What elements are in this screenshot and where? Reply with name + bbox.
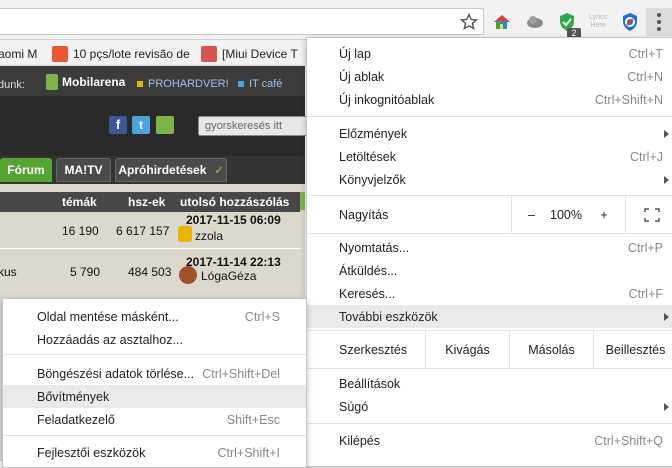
submenu-item-clear-data[interactable]: Böngészési adatok törlése... Ctrl+Shift+…	[3, 362, 306, 385]
menu-button[interactable]	[646, 8, 672, 36]
check-icon: ✓	[214, 164, 224, 177]
tab-classifieds[interactable]: Apróhirdetések ✓	[115, 158, 227, 182]
submenu-arrow-icon	[664, 312, 669, 321]
tab-forum[interactable]: Fórum	[0, 158, 52, 182]
bookmark-item[interactable]: 10 pçs/lote revisão de	[52, 45, 191, 63]
home-extension-icon[interactable]	[492, 12, 512, 32]
mobilarena-logo-icon	[46, 74, 58, 90]
menu-divider	[307, 233, 672, 234]
menu-item-zoom: Nagyítás – 100% +	[307, 196, 672, 233]
menu-divider	[3, 435, 306, 436]
zoom-out-button[interactable]: –	[511, 196, 551, 233]
row-name: kus	[0, 265, 17, 279]
partner-prohardver[interactable]: PROHARDVER!	[137, 78, 229, 90]
menu-item-more-tools[interactable]: További eszközök	[307, 305, 672, 328]
zoom-in-button[interactable]: +	[583, 196, 625, 233]
menu-item-print[interactable]: Nyomtatás... Ctrl+P	[307, 236, 672, 259]
site-search-input[interactable]: gyorskeresés itt	[198, 116, 308, 136]
avatar	[178, 226, 192, 242]
paste-button[interactable]: Beillesztés	[593, 331, 672, 368]
lyrics-extension-icon[interactable]: Lyrics Here	[586, 14, 610, 30]
blocker-extension-icon[interactable]	[620, 12, 640, 32]
shop-favicon-icon	[52, 46, 68, 62]
search-placeholder: gyorskeresés itt	[205, 120, 283, 132]
bookmark-label: [Miui Device T	[222, 47, 298, 61]
menu-item-history[interactable]: Előzmények	[307, 122, 672, 145]
tab-matv[interactable]: MA!TV	[56, 158, 111, 182]
row-topics: 5 790	[70, 265, 101, 279]
row-user[interactable]: LógaGéza	[201, 269, 256, 283]
square-icon	[238, 81, 244, 87]
row-date: 2017-11-14 22:13	[186, 255, 281, 269]
menu-item-cast[interactable]: Átküldés...	[307, 259, 672, 282]
menu-item-exit[interactable]: Kilépés Ctrl+Shift+Q	[307, 429, 672, 452]
menu-item-new-tab[interactable]: Új lap Ctrl+T	[307, 42, 672, 65]
row-posts: 6 617 157	[116, 224, 170, 238]
submenu-arrow-icon	[664, 129, 669, 138]
menu-dots-icon	[657, 13, 661, 31]
twitter-icon[interactable]: t	[132, 116, 150, 134]
submenu-item-extensions[interactable]: Bővítmények	[3, 385, 306, 408]
menu-item-settings[interactable]: Beállítások	[307, 372, 672, 395]
rss-icon[interactable]	[156, 116, 174, 134]
row-user[interactable]: zzola	[195, 229, 223, 243]
facebook-icon[interactable]: f	[109, 116, 127, 134]
row-divider	[0, 248, 300, 249]
fullscreen-button[interactable]	[625, 196, 672, 233]
submenu-arrow-icon	[664, 175, 669, 184]
copy-button[interactable]: Másolás	[509, 331, 593, 368]
submenu-item-add-desktop[interactable]: Hozzáadás az asztalhoz...	[3, 328, 306, 351]
partner-prefix: dunk:	[0, 79, 25, 91]
square-icon	[137, 81, 143, 87]
address-bar[interactable]	[0, 8, 484, 35]
row-posts: 484 503	[128, 265, 172, 279]
col-topics: témák	[62, 195, 97, 209]
row-date: 2017-11-15 06:09	[186, 213, 281, 227]
menu-divider	[307, 423, 672, 424]
menu-item-help[interactable]: Súgó	[307, 395, 672, 418]
avatar	[179, 266, 197, 284]
col-posts: hsz-ek	[128, 195, 166, 209]
menu-divider	[307, 368, 672, 369]
menu-item-bookmarks[interactable]: Könyvjelzők	[307, 168, 672, 191]
browser-main-menu: Új lap Ctrl+T Új ablak Ctrl+N Új inkogni…	[306, 37, 672, 467]
menu-item-new-window[interactable]: Új ablak Ctrl+N	[307, 65, 672, 88]
submenu-item-task-manager[interactable]: Feladatkezelő Shift+Esc	[3, 408, 306, 431]
menu-divider	[307, 116, 672, 117]
bookmark-label: 10 pçs/lote revisão de	[73, 47, 190, 61]
partner-itcafe[interactable]: IT café	[238, 78, 282, 90]
bookmark-label: aomi M	[0, 47, 38, 61]
cut-button[interactable]: Kivágás	[425, 331, 509, 368]
cloud-extension-icon[interactable]	[525, 12, 545, 32]
submenu-item-save-page[interactable]: Oldal mentése másként... Ctrl+S	[3, 305, 306, 328]
row-topics: 16 190	[62, 224, 99, 238]
menu-item-edit: Szerkesztés Kivágás Másolás Beillesztés	[307, 331, 672, 368]
fullscreen-icon	[643, 207, 660, 222]
more-tools-submenu: Oldal mentése másként... Ctrl+S Hozzáadá…	[2, 298, 307, 468]
menu-item-incognito[interactable]: Új inkognitóablak Ctrl+Shift+N	[307, 88, 672, 111]
partner-mobilarena[interactable]: Mobilarena	[46, 74, 125, 90]
bookmark-item[interactable]: [Miui Device T	[201, 45, 298, 63]
submenu-arrow-icon	[664, 402, 669, 411]
bookmark-star-icon[interactable]	[459, 12, 479, 31]
menu-item-downloads[interactable]: Letöltések Ctrl+J	[307, 145, 672, 168]
green-badge	[300, 192, 305, 210]
menu-item-find[interactable]: Keresés... Ctrl+F	[307, 282, 672, 305]
menu-divider	[3, 354, 306, 355]
zoom-level: 100%	[550, 207, 582, 222]
bookmark-item[interactable]: aomi M	[0, 45, 37, 63]
miui-favicon-icon	[201, 46, 217, 62]
col-last-post: utolsó hozzászólás	[180, 195, 290, 209]
